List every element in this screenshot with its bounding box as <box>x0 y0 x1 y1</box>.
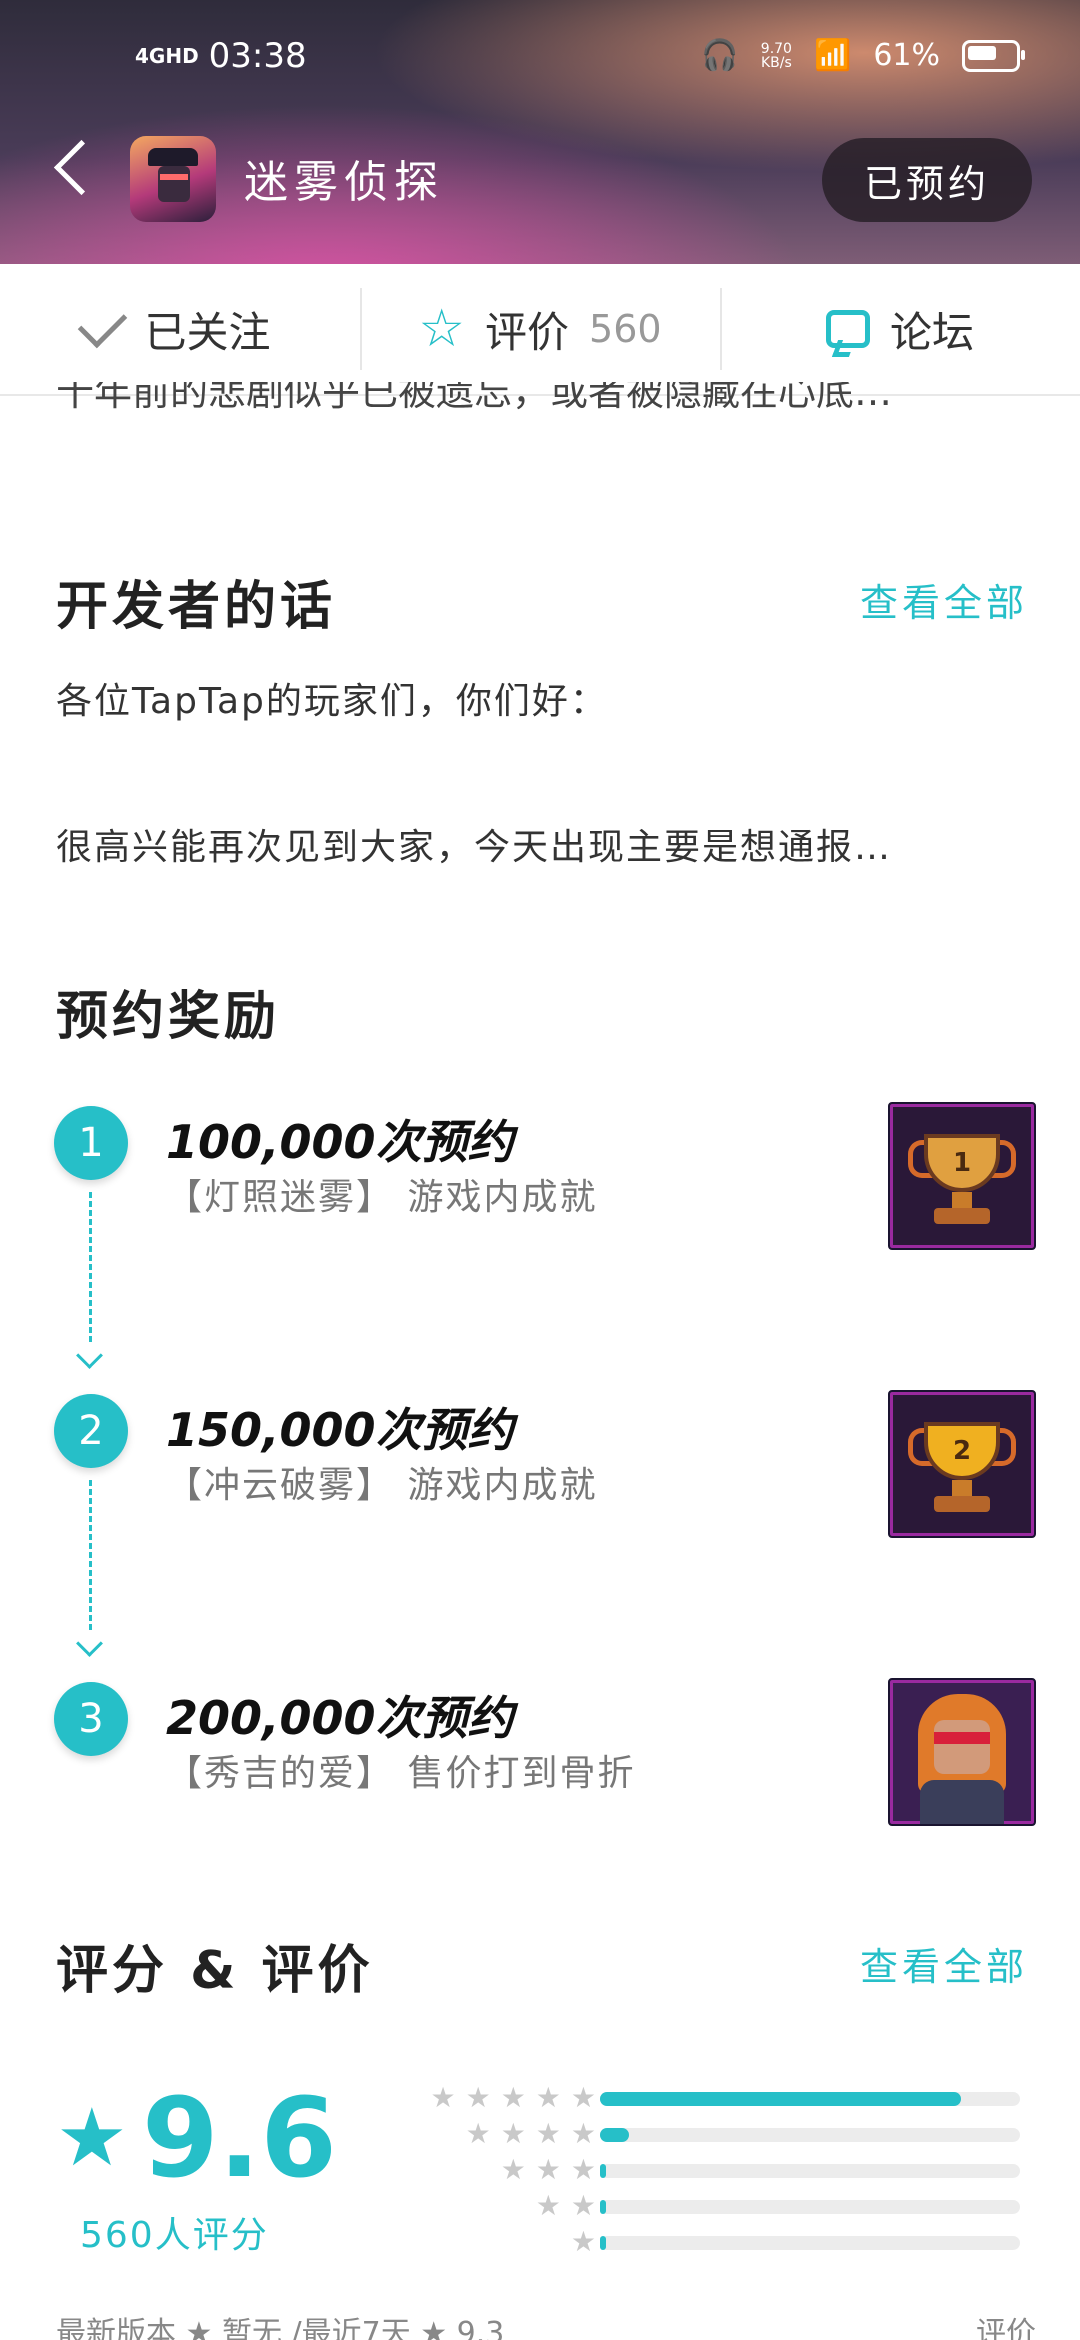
forum-label: 论坛 <box>889 307 974 357</box>
row-stars-icon: ★★★ <box>500 2153 606 2186</box>
reserved-button[interactable]: 已预约 <box>822 138 1032 222</box>
rating-row-4: ★★★★ <box>386 2116 1036 2152</box>
description-tail: 十年前的悲剧似乎已被遗忘，或者被隐藏在心底… <box>56 382 893 414</box>
row-stars-icon: ★★ <box>535 2189 606 2222</box>
developer-title: 开发者的话 <box>56 577 337 637</box>
write-review-link[interactable]: 评价 <box>976 2308 1036 2340</box>
game-title: 迷雾侦探 <box>244 157 444 208</box>
rating-track <box>600 2164 1020 2178</box>
reward-desc-2: 【冲云破雾】 游戏内成就 <box>166 1465 598 1506</box>
review-label: 评价 <box>485 307 570 357</box>
check-icon <box>78 298 128 348</box>
ratings-see-all[interactable]: 查看全部 <box>860 1936 1028 1991</box>
reward-count-3: 200,000次预约 <box>166 1691 514 1745</box>
trophy-number-2: 2 <box>952 1436 972 1466</box>
wifi-icon: 📶 <box>813 38 852 73</box>
developer-line-2[interactable]: 很高兴能再次见到大家，今天出现主要是想通报… <box>56 818 892 870</box>
follow-label: 已关注 <box>144 307 271 357</box>
rating-fill <box>600 2092 961 2106</box>
developer-see-all[interactable]: 查看全部 <box>860 572 1028 627</box>
reward-item-2: 2 150,000次预约 【冲云破雾】 游戏内成就 2 <box>0 1390 1080 1544</box>
row-stars-icon: ★★★★ <box>465 2117 606 2150</box>
rating-track <box>600 2200 1020 2214</box>
app-icon <box>130 136 216 222</box>
rating-fill <box>600 2164 606 2178</box>
rating-distribution: ★★★★★ ★★★★ ★★★ ★★ ★ <box>386 2080 1036 2260</box>
step-connector-1 <box>89 1192 92 1342</box>
trophy-gold-icon: 1 <box>888 1102 1036 1250</box>
chat-icon <box>825 310 870 348</box>
developer-line-1: 各位TapTap的玩家们，你们好： <box>56 681 608 722</box>
rating-row-2: ★★ <box>386 2188 1036 2224</box>
reward-desc-1: 【灯照迷雾】 游戏内成就 <box>166 1177 598 1218</box>
status-bar: 4GHD 03:38 🎧 9.70 KB/s 📶 61% <box>0 28 1080 88</box>
rating-row-5: ★★★★★ <box>386 2080 1036 2116</box>
star-outline-icon: ☆ <box>418 299 466 359</box>
rating-track <box>600 2092 1020 2106</box>
net-speed-unit: KB/s <box>760 54 792 71</box>
battery-level <box>968 45 996 60</box>
reward-desc-3: 【秀吉的爱】 售价打到骨折 <box>166 1753 636 1794</box>
step-badge-3: 3 <box>54 1682 128 1756</box>
review-count: 560 <box>589 307 662 351</box>
chevron-down-icon <box>76 1630 103 1657</box>
rating-count: 560人评分 <box>80 2215 269 2256</box>
reward-count-1: 100,000次预约 <box>166 1115 514 1169</box>
clock: 03:38 <box>208 36 307 76</box>
battery-icon <box>962 39 1025 72</box>
step-badge-2: 2 <box>54 1394 128 1468</box>
row-stars-icon: ★★★★★ <box>430 2081 606 2114</box>
rating-row-1: ★ <box>386 2224 1036 2260</box>
reward-count-2: 150,000次预约 <box>166 1403 514 1457</box>
network-indicator: 4GHD <box>135 44 199 68</box>
rating-fill <box>600 2236 606 2250</box>
rating-row-3: ★★★ <box>386 2152 1036 2188</box>
reward-item-3: 3 200,000次预约 【秀吉的爱】 售价打到骨折 <box>0 1678 1080 1832</box>
headphone-icon: 🎧 <box>701 38 739 73</box>
rating-fill <box>600 2200 606 2214</box>
rating-fill <box>600 2128 629 2142</box>
chevron-down-icon <box>76 1342 103 1369</box>
rating-track <box>600 2236 1020 2250</box>
rating-score: 9.6 <box>142 2074 337 2202</box>
trophy-number-1: 1 <box>952 1148 972 1178</box>
rewards-title: 预约奖励 <box>56 987 281 1047</box>
review-tab[interactable]: ☆ 评价 560 <box>360 264 720 394</box>
version-rating-text: 最新版本 ★ 暂无 /最近7天 ★ 9.3 <box>56 2316 505 2340</box>
trophy-silver-icon: 2 <box>888 1390 1036 1538</box>
reward-item-1: 1 100,000次预约 【灯照迷雾】 游戏内成就 1 <box>0 1102 1080 1256</box>
character-portrait-icon <box>888 1678 1036 1826</box>
rating-track <box>600 2128 1020 2142</box>
battery-percent: 61% <box>873 38 940 73</box>
step-connector-2 <box>89 1480 92 1630</box>
back-icon[interactable] <box>53 139 110 196</box>
version-rating-strip: 最新版本 ★ 暂无 /最近7天 ★ 9.3 评价 <box>56 2308 1036 2340</box>
star-icon: ★ <box>56 2091 128 2184</box>
action-bar: 已关注 ☆ 评价 560 论坛 <box>0 264 1080 396</box>
follow-tab[interactable]: 已关注 <box>0 264 360 394</box>
ratings-title: 评分 & 评价 <box>56 1941 374 2001</box>
step-badge-1: 1 <box>54 1106 128 1180</box>
app-header: 4GHD 03:38 🎧 9.70 KB/s 📶 61% 迷雾侦探 已预约 <box>0 0 1080 264</box>
forum-tab[interactable]: 论坛 <box>720 264 1080 394</box>
